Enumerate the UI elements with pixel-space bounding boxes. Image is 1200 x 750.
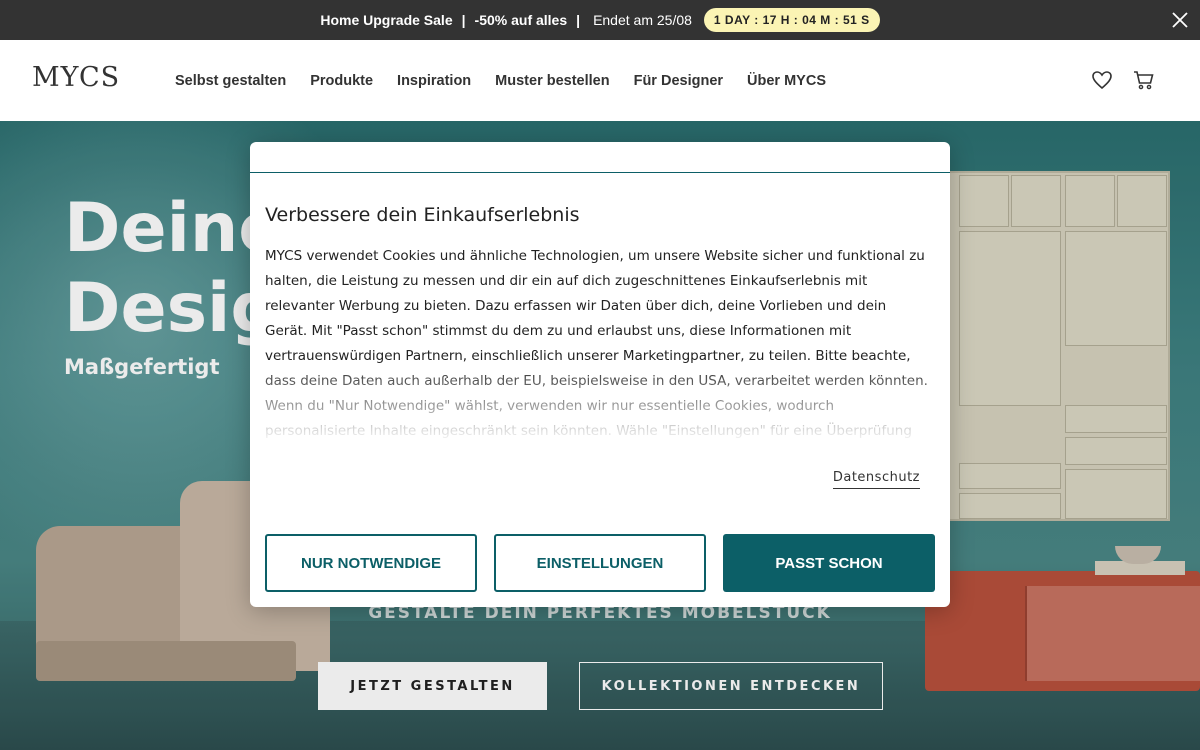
- header-icons: [1090, 68, 1156, 92]
- promo-separator: |: [461, 12, 466, 28]
- cookie-modal-text: MYCS verwendet Cookies und ähnliche Tech…: [265, 244, 930, 440]
- mycs-logo[interactable]: MYCS: [32, 62, 120, 93]
- privacy-link[interactable]: Datenschutz: [832, 470, 920, 489]
- settings-button[interactable]: EINSTELLUNGEN: [494, 534, 706, 592]
- accept-button[interactable]: PASST SCHON: [723, 534, 935, 592]
- cookie-modal-title: Verbessere dein Einkaufserlebnis: [265, 204, 580, 226]
- cart-icon[interactable]: [1132, 68, 1156, 92]
- promo-title: Home Upgrade Sale: [320, 12, 453, 28]
- necessary-only-button[interactable]: NUR NOTWENDIGE: [265, 534, 477, 592]
- close-icon[interactable]: [1170, 10, 1190, 30]
- cookie-consent-modal: Verbessere dein Einkaufserlebnis MYCS ve…: [250, 142, 950, 607]
- countdown-badge: 1 DAY : 17 H : 04 M : 51 S: [703, 8, 880, 32]
- promo-bar: Home Upgrade Sale | -50% auf alles | End…: [0, 0, 1200, 40]
- promo-end-date: Endet am 25/08: [593, 12, 692, 28]
- nav-item-inspiration[interactable]: Inspiration: [397, 73, 471, 89]
- heart-icon[interactable]: [1090, 68, 1114, 92]
- promo-discount: -50% auf alles: [474, 12, 568, 28]
- modal-divider: [250, 172, 950, 173]
- nav-item-muster-bestellen[interactable]: Muster bestellen: [495, 73, 609, 89]
- nav-item-selbst-gestalten[interactable]: Selbst gestalten: [175, 73, 286, 89]
- nav-item-fuer-designer[interactable]: Für Designer: [634, 73, 723, 89]
- main-nav: Selbst gestalten Produkte Inspiration Mu…: [175, 40, 850, 121]
- promo-separator: |: [576, 12, 581, 28]
- nav-item-ueber-mycs[interactable]: Über MYCS: [747, 73, 826, 89]
- nav-item-produkte[interactable]: Produkte: [310, 73, 373, 89]
- site-header: MYCS Selbst gestalten Produkte Inspirati…: [0, 40, 1200, 121]
